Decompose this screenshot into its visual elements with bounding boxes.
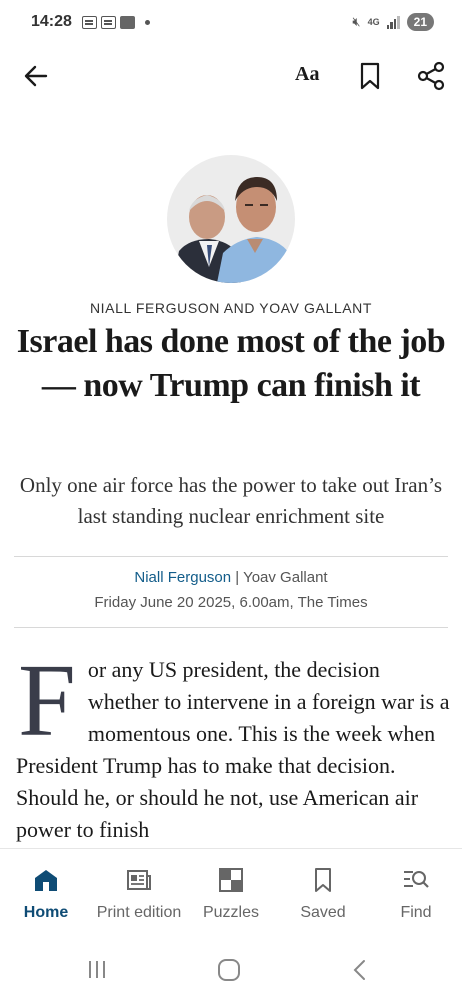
search-list-icon <box>404 871 429 888</box>
nav-print-edition-label: Print edition <box>96 904 182 921</box>
signal-icon <box>386 15 400 29</box>
nav-puzzles-label: Puzzles <box>202 904 260 921</box>
article-standfirst: Only one air force has the power to take… <box>19 473 443 528</box>
notification-icons <box>82 16 150 29</box>
home-button-icon[interactable] <box>218 959 240 981</box>
notification-news-icon <box>82 16 97 29</box>
notification-image-icon <box>120 16 135 29</box>
article-body-text: or any US president, the decision whethe… <box>16 657 450 842</box>
article-headline: Israel has done most of the job — now Tr… <box>16 323 446 404</box>
status-bar: 14:28 🔇︎ 4G 21 <box>0 0 462 48</box>
byline: Niall Ferguson | Yoav Gallant <box>0 569 462 586</box>
status-right: 🔇︎ 4G 21 <box>352 13 434 31</box>
bookmark-icon <box>315 868 331 892</box>
article-body: For any US president, the decision wheth… <box>16 643 452 846</box>
article-dateline: Friday June 20 2025, 6.00am, The Times <box>94 594 368 611</box>
home-icon <box>35 870 57 891</box>
system-back-icon[interactable] <box>350 958 370 982</box>
notification-calendar-icon <box>101 16 116 29</box>
nav-saved-label: Saved <box>300 904 346 921</box>
drop-cap: F <box>18 643 76 758</box>
nav-home[interactable]: Home <box>0 867 92 922</box>
status-time: 14:28 <box>31 13 72 30</box>
nav-find[interactable]: Find <box>370 867 462 922</box>
author-link-ferguson[interactable]: Niall Ferguson <box>134 569 231 586</box>
battery-level: 21 <box>406 13 434 31</box>
nav-find-label: Find <box>400 904 432 921</box>
notification-more-dot-icon <box>145 20 150 25</box>
author-link-gallant[interactable]: Yoav Gallant <box>243 569 328 586</box>
newspaper-icon <box>127 870 151 890</box>
author-photo <box>167 155 295 283</box>
network-type: 4G <box>367 16 380 27</box>
bottom-navigation: Home Print edition Puzzles Saved Find <box>0 848 462 936</box>
byline-separator: | <box>231 569 244 586</box>
bookmark-icon[interactable] <box>356 61 384 91</box>
recent-apps-icon[interactable] <box>89 961 105 978</box>
divider <box>14 627 448 628</box>
article-kicker: NIALL FERGUSON AND YOAV GALLANT <box>89 300 373 316</box>
divider <box>14 556 448 557</box>
nav-saved[interactable]: Saved <box>277 867 369 922</box>
nav-print-edition[interactable]: Print edition <box>93 867 185 922</box>
nav-home-label: Home <box>23 904 69 921</box>
puzzle-icon <box>219 868 243 892</box>
back-arrow-icon[interactable] <box>22 62 50 90</box>
system-navigation-bar <box>0 940 462 1000</box>
mute-icon: 🔇︎ <box>352 14 361 29</box>
text-size-button[interactable]: Aa <box>295 63 319 86</box>
share-icon[interactable] <box>416 61 446 91</box>
nav-puzzles[interactable]: Puzzles <box>185 867 277 922</box>
article-toolbar: Aa <box>0 52 462 100</box>
authors-portrait-image <box>173 177 293 283</box>
